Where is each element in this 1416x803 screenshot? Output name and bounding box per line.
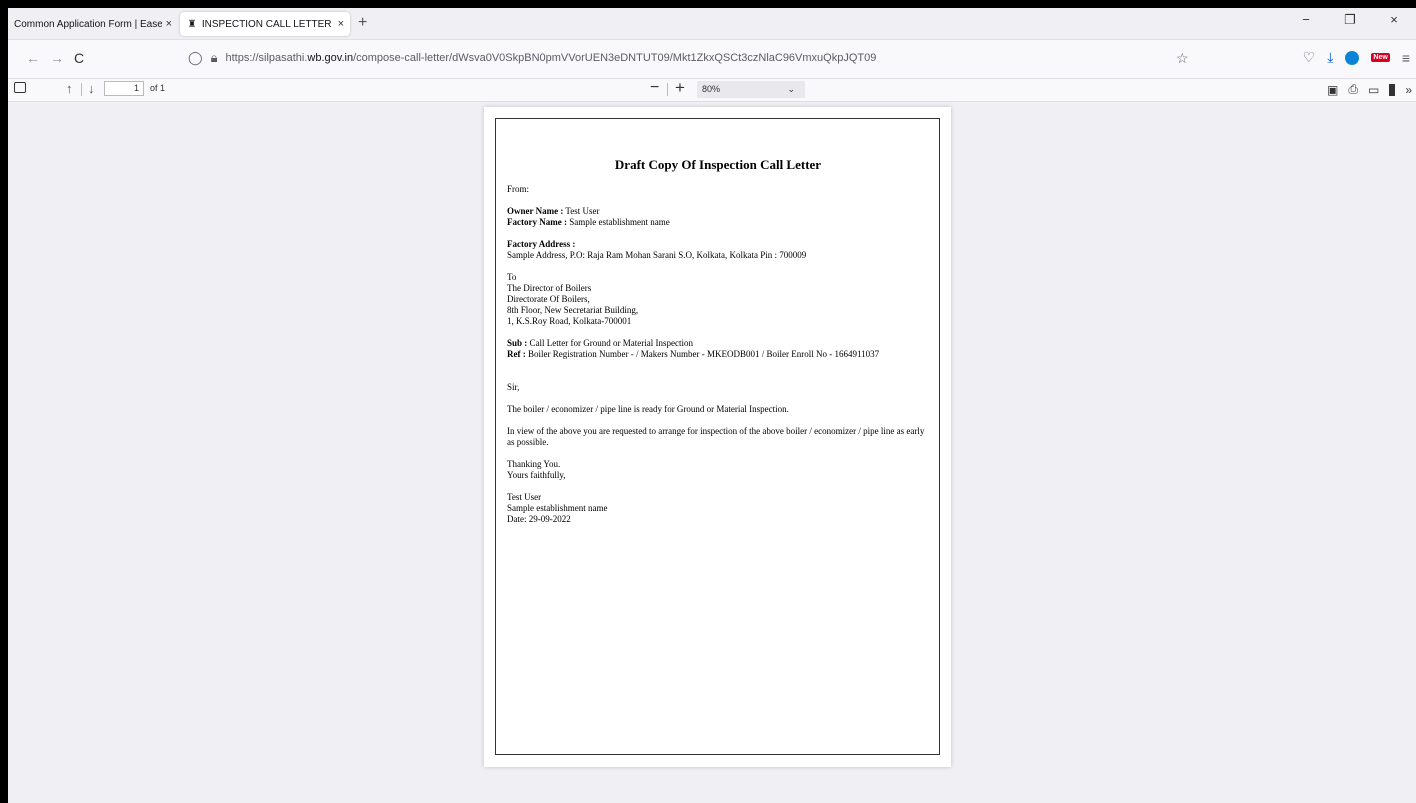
- pocket-icon[interactable]: ♡: [1303, 49, 1316, 66]
- page-border: Draft Copy Of Inspection Call Letter Fro…: [495, 118, 940, 755]
- signature-name: Test User: [507, 492, 542, 502]
- save-icon[interactable]: ▭: [1368, 83, 1379, 97]
- reload-button[interactable]: C: [74, 50, 84, 66]
- url-path: /compose-call-letter/dWsva0V0SkpBN0pmVVo…: [353, 52, 877, 64]
- factory-line: Factory Name : Sample establishment name: [507, 217, 929, 228]
- thanks-line: Thanking You.: [507, 459, 561, 469]
- divider: [81, 83, 82, 96]
- print-icon[interactable]: ⎙: [1348, 82, 1358, 97]
- zoom-level: 80%: [702, 84, 721, 94]
- to-line: 8th Floor, New Secretariat Building,: [507, 305, 639, 315]
- subject-label: Sub :: [507, 338, 528, 348]
- owner-value: Test User: [563, 206, 600, 216]
- pdf-toolbar-right: ▣ ⎙ ▭ »: [1327, 82, 1412, 97]
- to-line: Directorate Of Boilers,: [507, 294, 590, 304]
- to-line: 1, K.S.Roy Road, Kolkata-700001: [507, 316, 632, 326]
- pdf-viewer[interactable]: Draft Copy Of Inspection Call Letter Fro…: [8, 102, 1416, 803]
- factory-value: Sample establishment name: [566, 217, 670, 227]
- address-value: Sample Address, P.O: Raja Ram Mohan Sara…: [507, 250, 807, 260]
- url-prefix: https://silpasathi.: [225, 52, 308, 64]
- pdf-toolbar: ↑ ↓ 1 of 1 − + 80% ⌄ ▣ ⎙ ▭ »: [8, 78, 1416, 102]
- new-tab-button[interactable]: +: [358, 14, 367, 32]
- minimize-button[interactable]: −: [1284, 12, 1328, 28]
- next-page-icon[interactable]: ↓: [88, 81, 95, 96]
- closing-line: Yours faithfully,: [507, 470, 566, 480]
- window-controls: − ❐ ×: [1284, 12, 1416, 28]
- close-window-button[interactable]: ×: [1372, 12, 1416, 28]
- url-bar[interactable]: ◯ 🔒︎ https://silpasathi.wb.gov.in/compos…: [188, 45, 1206, 71]
- zoom-select[interactable]: 80% ⌄: [697, 81, 805, 98]
- subject-value: Call Letter for Ground or Material Inspe…: [527, 338, 693, 348]
- tab-strip: Common Application Form | Ease o × ♜ INS…: [8, 8, 1416, 40]
- browser-window: Common Application Form | Ease o × ♜ INS…: [8, 8, 1416, 803]
- signature-org: Sample establishment name: [507, 503, 608, 513]
- factory-label: Factory Name :: [507, 217, 567, 227]
- address-label: Factory Address :: [507, 239, 576, 249]
- to-line: The Director of Boilers: [507, 283, 592, 293]
- subject-line: Sub : Call Letter for Ground or Material…: [507, 338, 929, 349]
- download-icon[interactable]: ⤓: [1327, 49, 1333, 66]
- extension-icon[interactable]: [1345, 50, 1360, 65]
- from-label: From:: [507, 184, 530, 194]
- reference-value: Boiler Registration Number - / Makers Nu…: [525, 349, 880, 359]
- chevron-down-icon: ⌄: [787, 84, 795, 94]
- tab-title: Common Application Form | Ease o: [14, 18, 162, 30]
- close-tab-icon[interactable]: ×: [162, 18, 172, 30]
- whats-new-icon[interactable]: New: [1371, 53, 1390, 62]
- tab-inspection-call-letter[interactable]: ♜ INSPECTION CALL LETTER - 105 ×: [180, 12, 350, 36]
- bookmark-icon[interactable]: [1389, 83, 1396, 96]
- navigation-bar: ← → C ◯ 🔒︎ https://silpasathi.wb.gov.in/…: [8, 40, 1416, 79]
- to-label: To: [507, 272, 517, 282]
- presentation-mode-icon[interactable]: ▣: [1327, 83, 1338, 97]
- more-tools-button[interactable]: »: [1405, 83, 1412, 97]
- pdf-page: Draft Copy Of Inspection Call Letter Fro…: [484, 107, 951, 767]
- url-text: https://silpasathi.wb.gov.in/compose-cal…: [225, 52, 876, 64]
- page-count: of 1: [150, 83, 166, 93]
- tab-common-application-form[interactable]: Common Application Form | Ease o ×: [8, 12, 178, 36]
- sidebar-toggle-icon[interactable]: [14, 82, 26, 93]
- reference-line: Ref : Boiler Registration Number - / Mak…: [507, 349, 929, 360]
- restore-button[interactable]: ❐: [1328, 12, 1372, 28]
- owner-label: Owner Name :: [507, 206, 564, 216]
- divider: [667, 83, 668, 96]
- close-tab-icon[interactable]: ×: [334, 18, 344, 30]
- zoom-in-button[interactable]: +: [675, 78, 685, 98]
- menu-icon[interactable]: ≡: [1402, 50, 1410, 66]
- emblem-favicon-icon: ♜: [187, 18, 197, 30]
- salutation: Sir,: [507, 382, 520, 392]
- letter-date: Date: 29-09-2022: [507, 514, 571, 524]
- back-button[interactable]: ←: [26, 50, 40, 66]
- letter-title: Draft Copy Of Inspection Call Letter: [614, 157, 822, 172]
- tracking-shield-icon[interactable]: ◯: [188, 50, 203, 66]
- reference-label: Ref :: [507, 349, 526, 359]
- letter-content: Draft Copy Of Inspection Call Letter Fro…: [507, 157, 929, 525]
- toolbar-right: ♡ ⤓ New ≡: [1303, 49, 1410, 66]
- body-paragraph: In view of the above you are requested t…: [507, 426, 925, 447]
- bookmark-star-icon[interactable]: ☆: [1176, 50, 1189, 67]
- owner-line: Owner Name : Test User: [507, 206, 929, 217]
- url-domain: wb.gov.in: [307, 52, 354, 64]
- forward-button[interactable]: →: [50, 50, 64, 66]
- previous-page-icon[interactable]: ↑: [66, 81, 73, 96]
- zoom-out-button[interactable]: −: [650, 79, 659, 97]
- tab-title: INSPECTION CALL LETTER - 105: [201, 18, 334, 30]
- page-number-input[interactable]: 1: [104, 81, 144, 96]
- lock-icon[interactable]: 🔒︎: [211, 50, 218, 66]
- body-paragraph: The boiler / economizer / pipe line is r…: [507, 404, 789, 414]
